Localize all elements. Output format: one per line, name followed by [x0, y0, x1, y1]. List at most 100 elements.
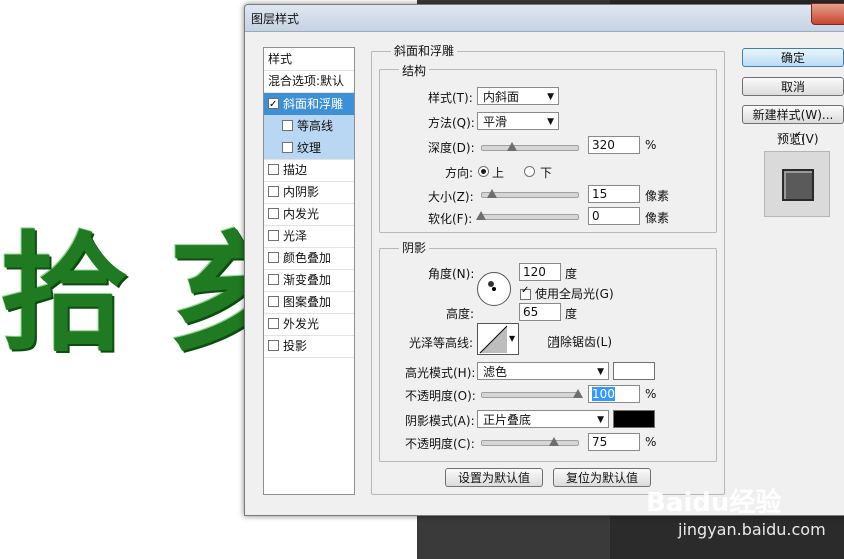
list-item-stroke[interactable]: 描边 — [264, 159, 354, 182]
technique-label: 方法(Q): — [428, 116, 475, 130]
checkbox-texture[interactable] — [282, 142, 293, 153]
size-slider-thumb[interactable] — [487, 189, 497, 198]
contour-curve-icon — [479, 325, 508, 354]
technique-select-value: 平滑 — [483, 115, 508, 129]
list-item-gradient-overlay[interactable]: 渐变叠加 — [264, 269, 354, 292]
list-item-pattern-overlay[interactable]: 图案叠加 — [264, 291, 354, 314]
checkbox-contour[interactable] — [282, 120, 293, 131]
soften-input[interactable]: 0 — [588, 207, 640, 225]
baidu-watermark-logo: Baidu经验 — [646, 488, 782, 518]
depth-slider-thumb[interactable] — [507, 142, 517, 151]
checkbox-inner-shadow[interactable] — [268, 186, 279, 197]
list-item-label: 光泽 — [283, 229, 308, 243]
dialog-titlebar[interactable]: 图层样式 — [245, 3, 844, 32]
section-title: 斜面和浮雕 — [391, 42, 458, 59]
checkbox-stroke[interactable] — [268, 164, 279, 175]
checkbox-pattern-overlay[interactable] — [268, 296, 279, 307]
list-item-label: 内发光 — [283, 207, 320, 221]
highlight-color-swatch[interactable] — [613, 362, 655, 380]
styles-header[interactable]: 样式 — [264, 48, 354, 71]
list-item-drop-shadow[interactable]: 投影 — [264, 335, 354, 358]
list-item-label: 描边 — [283, 163, 308, 177]
altitude-label: 高度: — [446, 307, 475, 321]
chevron-down-icon: ▼ — [597, 415, 604, 425]
style-select[interactable]: 内斜面 ▼ — [477, 87, 559, 105]
checkbox-drop-shadow[interactable] — [268, 340, 279, 351]
altitude-input[interactable]: 65 — [519, 303, 561, 321]
shadow-opacity-thumb[interactable] — [549, 437, 559, 446]
highlight-mode-select[interactable]: 滤色 ▼ — [477, 362, 609, 380]
direction-up-radio[interactable] — [478, 166, 489, 177]
checkbox-inner-glow[interactable] — [268, 208, 279, 219]
list-item-color-overlay[interactable]: 颜色叠加 — [264, 247, 354, 270]
size-input[interactable]: 15 — [588, 185, 640, 203]
style-preview-swatch — [782, 169, 814, 201]
angle-dial[interactable] — [477, 272, 511, 306]
list-item-texture[interactable]: 纹理 — [264, 137, 354, 160]
checkbox-satin[interactable] — [268, 230, 279, 241]
depth-slider[interactable] — [481, 145, 579, 151]
technique-select[interactable]: 平滑 ▼ — [477, 112, 559, 130]
list-item-label: 斜面和浮雕 — [283, 97, 344, 111]
gloss-contour-picker[interactable]: ▼ — [477, 323, 519, 355]
highlight-opacity-slider[interactable] — [481, 392, 579, 398]
soften-slider-thumb[interactable] — [476, 211, 486, 220]
highlight-opacity-label: 不透明度(O): — [405, 389, 476, 403]
global-light-checkbox[interactable] — [520, 285, 531, 300]
preview-label: 预览(V) — [777, 132, 819, 146]
chevron-down-icon: ▼ — [547, 92, 554, 102]
list-item-bevel-emboss[interactable]: 斜面和浮雕 — [264, 93, 354, 116]
list-item-inner-shadow[interactable]: 内阴影 — [264, 181, 354, 204]
direction-label: 方向: — [445, 166, 474, 180]
reset-default-button[interactable]: 复位为默认值 — [553, 468, 651, 487]
list-item-label: 投影 — [283, 339, 308, 353]
shadow-opacity-input[interactable]: 75 — [588, 433, 640, 451]
list-item-satin[interactable]: 光泽 — [264, 225, 354, 248]
ok-button[interactable]: 确定 — [742, 48, 844, 67]
blending-options-item[interactable]: 混合选项:默认 — [264, 70, 354, 93]
close-button[interactable] — [811, 3, 844, 25]
list-item-contour[interactable]: 等高线 — [264, 115, 354, 138]
highlight-mode-value: 滤色 — [483, 365, 508, 379]
shadow-opacity-slider[interactable] — [481, 440, 579, 446]
checkbox-bevel[interactable] — [268, 94, 279, 116]
list-item-label: 图案叠加 — [283, 295, 332, 309]
depth-unit: % — [645, 138, 657, 152]
style-label: 样式(T): — [428, 91, 473, 105]
list-item-inner-glow[interactable]: 内发光 — [264, 203, 354, 226]
cancel-button[interactable]: 取消 — [742, 77, 844, 96]
list-item-label: 颜色叠加 — [283, 251, 332, 265]
gloss-contour-label: 光泽等高线: — [409, 336, 474, 350]
style-preview-box — [764, 151, 830, 217]
shadow-mode-select[interactable]: 正片叠底 ▼ — [477, 410, 609, 428]
checkbox-color-overlay[interactable] — [268, 252, 279, 263]
list-item-label: 等高线 — [297, 119, 334, 133]
dialog-title: 图层样式 — [251, 12, 300, 26]
highlight-mode-label: 高光模式(H): — [405, 366, 476, 380]
antialias-label: 消除锯齿(L) — [548, 335, 613, 349]
direction-down-radio[interactable] — [524, 166, 535, 177]
checkbox-outer-glow[interactable] — [268, 318, 279, 329]
direction-up-label: 上 — [492, 166, 505, 180]
shadow-mode-label: 阴影模式(A): — [405, 414, 475, 428]
highlight-opacity-thumb[interactable] — [573, 389, 583, 398]
list-item-label: 内阴影 — [283, 185, 320, 199]
soften-label: 软化(F): — [428, 212, 473, 226]
depth-input[interactable]: 320 — [588, 136, 640, 154]
highlight-opacity-unit: % — [645, 387, 657, 401]
new-style-button[interactable]: 新建样式(W)... — [742, 105, 844, 124]
make-default-button[interactable]: 设置为默认值 — [445, 468, 543, 487]
shadow-color-swatch[interactable] — [613, 410, 655, 428]
highlight-opacity-input[interactable]: 100 — [588, 385, 640, 403]
list-item-label: 渐变叠加 — [283, 273, 332, 287]
size-unit: 像素 — [645, 189, 670, 203]
size-label: 大小(Z): — [428, 190, 474, 204]
angle-unit: 度 — [565, 267, 578, 281]
angle-input[interactable]: 120 — [519, 263, 561, 281]
chevron-down-icon: ▼ — [597, 367, 604, 377]
checkbox-gradient-overlay[interactable] — [268, 274, 279, 285]
global-light-label: 使用全局光(G) — [535, 287, 614, 301]
soften-slider[interactable] — [481, 214, 579, 220]
list-item-outer-glow[interactable]: 外发光 — [264, 313, 354, 336]
layer-style-dialog: 图层样式 样式 混合选项:默认 斜面和浮雕 等高线 纹理 描边 内阴影 内发光 … — [244, 3, 844, 516]
